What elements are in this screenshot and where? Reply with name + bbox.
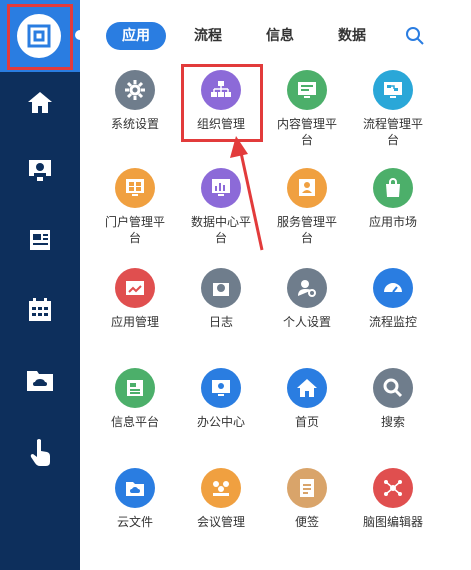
sidebar-item-news[interactable]	[0, 210, 80, 270]
app-item[interactable]: 日志	[176, 268, 266, 330]
app-item[interactable]: 门户管理平台	[90, 168, 180, 246]
app-label: 脑图编辑器	[362, 515, 423, 529]
app-item[interactable]: 便签	[262, 468, 352, 530]
app-item[interactable]: 流程管理平台	[348, 70, 438, 148]
app-label: 首页	[294, 415, 319, 429]
app-manage-icon	[115, 268, 155, 308]
app-label: 系统设置	[110, 117, 159, 131]
sidebar-item-home[interactable]	[0, 72, 80, 132]
note-icon	[287, 468, 327, 508]
search-button[interactable]	[405, 26, 425, 50]
app-item[interactable]: 首页	[262, 368, 352, 430]
app-item[interactable]: 系统设置	[90, 70, 180, 132]
user-gear-icon	[287, 268, 327, 308]
cloud-folder-icon	[27, 371, 53, 391]
sidebar-item-calendar[interactable]	[0, 280, 80, 340]
app-item[interactable]: 个人设置	[262, 268, 352, 330]
highlight-box-brand	[7, 4, 73, 70]
app-item[interactable]: 应用管理	[90, 268, 180, 330]
home-icon	[28, 92, 52, 113]
app-label: 信息平台	[110, 415, 159, 429]
search-icon	[406, 27, 424, 45]
app-item[interactable]: 流程监控	[348, 268, 438, 330]
app-label: 办公中心	[196, 415, 245, 429]
app-item[interactable]: 云文件	[90, 468, 180, 530]
app-item[interactable]: 信息平台	[90, 368, 180, 430]
sidebar-notch	[75, 30, 85, 40]
monitor-doc-icon	[287, 70, 327, 110]
presentation-icon	[29, 160, 51, 181]
portal-icon	[115, 168, 155, 208]
meeting-icon	[201, 468, 241, 508]
app-label: 日志	[208, 315, 233, 329]
gauge-icon	[373, 268, 413, 308]
bag-icon	[373, 168, 413, 208]
app-item[interactable]: 办公中心	[176, 368, 266, 430]
tab-process[interactable]: 流程	[184, 22, 232, 50]
touch-icon	[30, 439, 50, 466]
app-label: 流程管理平台	[362, 117, 423, 147]
app-label: 会议管理	[196, 515, 245, 529]
app-label: 门户管理平台	[104, 215, 165, 245]
search-icon	[373, 368, 413, 408]
app-label: 云文件	[116, 515, 153, 529]
news-icon	[115, 368, 155, 408]
red-arrow-annotation	[230, 136, 264, 251]
calendar-icon	[29, 298, 51, 321]
tab-info[interactable]: 信息	[256, 22, 304, 50]
app-item[interactable]: 脑图编辑器	[348, 468, 438, 530]
home-icon	[287, 368, 327, 408]
log-icon	[201, 268, 241, 308]
sidebar-item-touch[interactable]	[0, 422, 80, 482]
app-label: 应用管理	[110, 315, 159, 329]
tab-bar: 应用 流程 信息 数据	[100, 20, 440, 52]
sidebar-item-cloud[interactable]	[0, 350, 80, 410]
cloud-folder-icon	[115, 468, 155, 508]
service-icon	[287, 168, 327, 208]
flow-icon	[373, 70, 413, 110]
office-icon	[201, 368, 241, 408]
app-label: 搜索	[380, 415, 405, 429]
tab-apps[interactable]: 应用	[106, 22, 166, 50]
tab-data[interactable]: 数据	[328, 22, 376, 50]
app-label: 便签	[294, 515, 319, 529]
app-label: 流程监控	[368, 315, 417, 329]
app-item[interactable]: 会议管理	[176, 468, 266, 530]
news-icon	[30, 230, 50, 250]
app-item[interactable]: 搜索	[348, 368, 438, 430]
gear-icon	[115, 70, 155, 110]
sidebar-item-presentation[interactable]	[0, 140, 80, 200]
app-item[interactable]: 应用市场	[348, 168, 438, 230]
sidebar	[0, 0, 85, 570]
app-label: 应用市场	[368, 215, 417, 229]
app-label: 个人设置	[282, 315, 331, 329]
mindmap-icon	[373, 468, 413, 508]
